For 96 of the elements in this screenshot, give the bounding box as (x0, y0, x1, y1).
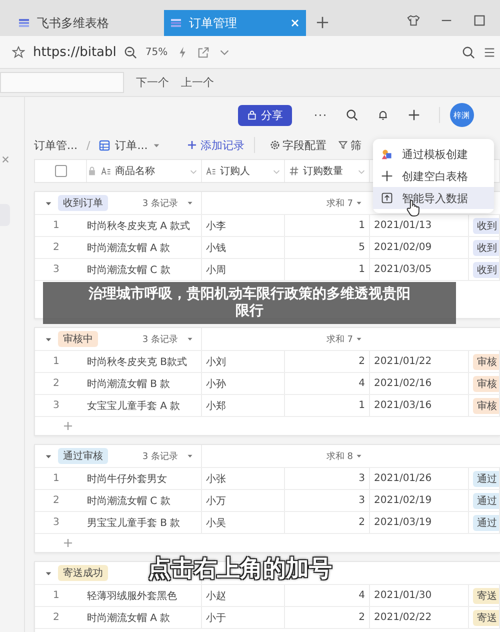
row-number: 3 (52, 399, 60, 413)
field-settings-button[interactable]: 字段配置 (270, 138, 333, 152)
zoom-level: 75% (145, 46, 168, 58)
table-cell: 小万 (202, 490, 285, 511)
table-cell: 1 (285, 395, 370, 416)
group-tag: 寄送成功 (58, 565, 108, 581)
record-count[interactable]: 3 条记录 (142, 196, 178, 210)
table-cell: 小刘 (202, 351, 285, 372)
group-tag: 审核中 (58, 331, 98, 347)
table-cell: 时尚秋冬皮夹克 B款式 (87, 351, 202, 372)
table-cell: 小钱 (202, 237, 285, 258)
row-number: 2 (52, 494, 60, 508)
breadcrumb-item[interactable]: 订单... (115, 138, 148, 152)
column-header[interactable]: 订购数量 (285, 160, 370, 182)
group-tag: 通过审核 (58, 448, 108, 464)
table-cell: 时尚潮流女帽 A 款 (87, 237, 202, 258)
more-button[interactable]: ··· (314, 108, 328, 122)
table-cell: 轻薄羽绒服外套黑色 (87, 585, 202, 606)
table-cell: 小于 (202, 607, 285, 628)
row-number: 1 (52, 472, 60, 486)
row-number: 1 (52, 355, 60, 369)
user-avatar[interactable]: 梓渊 (450, 103, 474, 127)
table-cell: 2021/03/05 (370, 259, 469, 280)
table-cell: 2021/02/22 (370, 607, 469, 628)
column-header[interactable]: 订购人 (202, 160, 285, 182)
filter-button[interactable]: 筛 (338, 138, 368, 152)
row-number: 3 (52, 263, 60, 277)
group-tag: 收到订单 (58, 195, 108, 211)
column-header[interactable]: 商品名称 (87, 160, 202, 182)
table-cell: 2 (285, 351, 370, 372)
table-cell: 小周 (202, 259, 285, 280)
status-tag: 寄送 (473, 588, 499, 604)
row-number: 1 (52, 219, 60, 233)
table-cell: 小李 (202, 215, 285, 236)
table-cell: 2 (285, 607, 370, 628)
table-cell: 2 (285, 512, 370, 533)
table-cell: 女宝宝儿童手套 A 款 (87, 395, 202, 416)
table-cell: 小张 (202, 468, 285, 489)
table-cell: 小孙 (202, 373, 285, 394)
url-text[interactable]: https://bitabl (33, 44, 116, 60)
status-tag: 审核 (473, 376, 499, 392)
menu-item[interactable]: 通过模板创建 (373, 143, 494, 165)
table-cell: 时尚潮流女帽 C 款 (87, 259, 202, 280)
row-number: 2 (52, 377, 60, 391)
browser-tab[interactable]: 飞书多维表格 (12, 10, 154, 36)
menu-item[interactable]: 创建空白表格 (373, 165, 494, 187)
row-number: 2 (52, 241, 60, 255)
table-cell: 2021/01/22 (370, 351, 469, 372)
breadcrumb-item[interactable]: 订单管... (34, 138, 78, 152)
status-tag: 收到 (473, 240, 499, 256)
table-cell: 时尚潮流女帽 C 款 (87, 490, 202, 511)
share-button[interactable]: 分享 (238, 104, 292, 126)
status-tag: 审核 (473, 354, 499, 370)
status-tag: 通过 (473, 514, 499, 530)
table-cell: 2021/03/19 (370, 512, 469, 533)
add-record-button[interactable]: 添加记录 (186, 138, 249, 152)
row-number: 1 (52, 589, 60, 603)
table-cell: 4 (285, 585, 370, 606)
row-number: 2 (52, 611, 60, 625)
table-cell: 2021/03/16 (370, 395, 469, 416)
table-cell: 3 (285, 490, 370, 511)
table-cell: 3 (285, 468, 370, 489)
record-count[interactable]: 3 条记录 (142, 450, 178, 462)
status-tag: 收到 (473, 218, 499, 234)
table-cell: 时尚潮流女帽 A 款 (87, 607, 202, 628)
table-cell: 时尚潮流女帽 B 款 (87, 373, 202, 394)
table-cell: 时尚秋冬皮夹克 A 款式 (87, 215, 202, 236)
table-cell: 2021/02/19 (370, 490, 469, 511)
sum-summary[interactable]: 求和 7 (326, 332, 353, 346)
row-number: 3 (52, 516, 60, 530)
previous-link[interactable]: 上一个 (181, 75, 214, 90)
next-link[interactable]: 下一个 (136, 75, 169, 90)
sum-summary[interactable]: 求和 8 (326, 450, 353, 462)
status-tag: 通过 (473, 470, 499, 486)
status-tag: 寄送 (473, 610, 499, 626)
video-caption: 点击右上角的加号 (148, 554, 332, 584)
table-cell: 2021/02/16 (370, 373, 469, 394)
sum-summary[interactable]: 求和 7 (326, 196, 353, 210)
table-cell: 5 (285, 237, 370, 258)
status-tag: 审核 (473, 398, 499, 414)
status-tag: 通过 (473, 492, 499, 508)
table-cell: 小郑 (202, 395, 285, 416)
record-count[interactable]: 3 条记录 (142, 332, 178, 346)
table-cell: 2021/01/26 (370, 468, 469, 489)
table-cell: 小吴 (202, 512, 285, 533)
table-cell: 2021/01/30 (370, 585, 469, 606)
table-cell: 1 (285, 215, 370, 236)
table-cell: 2021/02/09 (370, 237, 469, 258)
table-cell: 4 (285, 373, 370, 394)
status-tag: 收到 (473, 262, 499, 278)
title-banner: 治理城市呼吸，贵阳机动车限行政策的多维透视贵阳限行 (43, 282, 456, 324)
breadcrumb-separator: / (86, 138, 90, 152)
table-cell: 1 (285, 259, 370, 280)
table-cell: 男宝宝儿童手套 B 款 (87, 512, 202, 533)
table-cell: 小赵 (202, 585, 285, 606)
table-cell: 时尚牛仔外套男女 (87, 468, 202, 489)
